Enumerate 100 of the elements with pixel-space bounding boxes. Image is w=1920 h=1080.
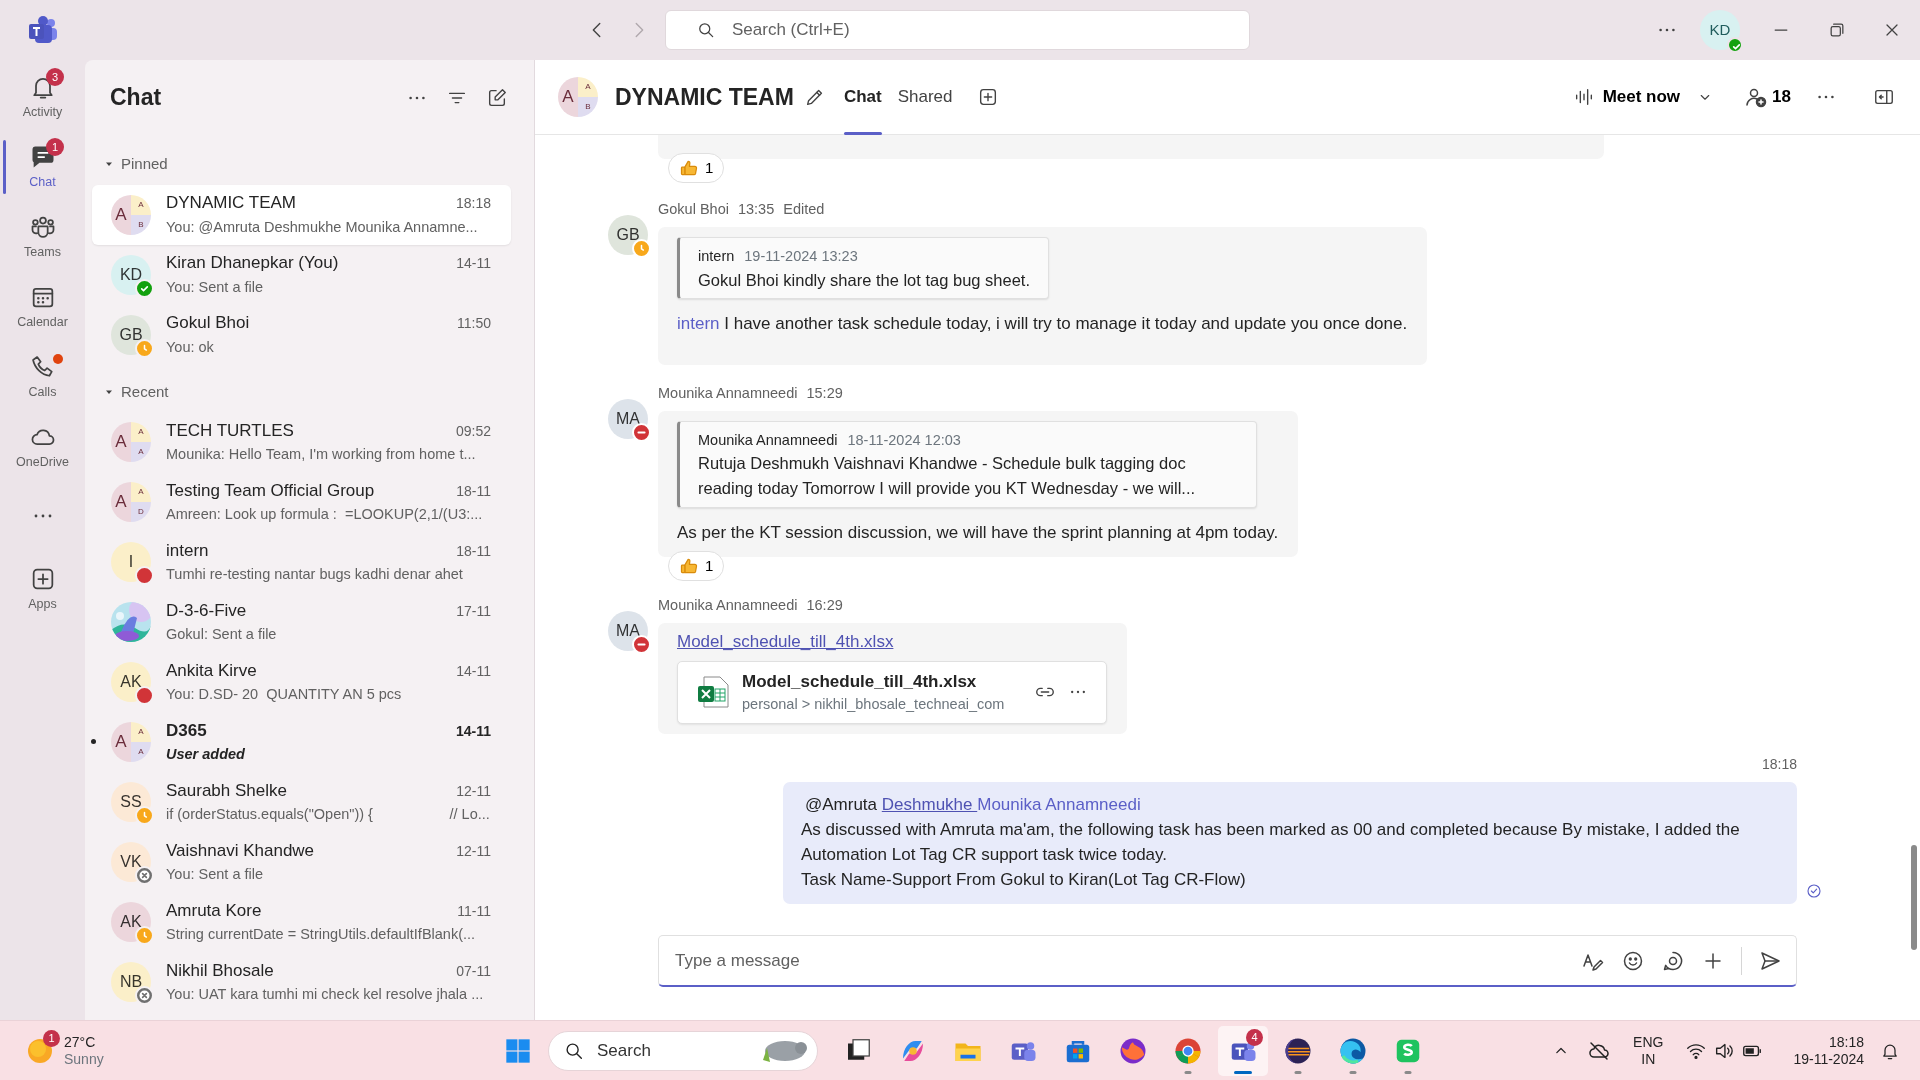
reaction-button[interactable]: 1 [668,551,725,582]
chat-item[interactable]: A A B DYNAMIC TEAM 18:18 You: @Amruta Deshmukhe Mounika Annamne... [92,184,511,245]
chat-item[interactable]: GB Gokul Bhoi 11:50 You: ok [92,304,511,365]
reaction-button[interactable]: 1 [668,153,725,183]
chat-preview: You: @Amruta Deshmukhe Mounika Annamne... [166,217,479,237]
chat-name: Vaishnavi Khandwe [166,839,315,862]
region-label: IN [1640,1050,1657,1068]
search-field[interactable]: Search [595,1036,747,1065]
participants-button[interactable]: 18 [1738,83,1797,111]
mention-link[interactable]: Mounika Annamneedi [977,794,1141,814]
chat-item[interactable]: AK Amruta Kore 11-11 String currentDate = StringUtils.defaultIfBlank(... [92,892,511,952]
chat-time: 17-11 [456,601,491,621]
avatar: GB [111,314,151,355]
chat-name: Testing Team Official Group [166,479,375,502]
compose-icon[interactable] [486,86,508,109]
thumbs-up-icon [679,158,699,178]
avatar: VK [111,842,151,882]
chat-name: DYNAMIC TEAM [166,192,297,215]
edited-label: Edited [783,200,825,219]
notification-badge: 4 [1246,1028,1263,1046]
search-box[interactable]: Search [548,1030,818,1071]
notification-badge: 1 [43,1029,60,1047]
chat-item[interactable]: AK Ankita Kirve 14-11 You: D.SD- 20 QUANTITY AN 5 pcs [92,652,511,712]
section-toggle[interactable]: Pinned [99,147,172,182]
chat-time: 14-11 [456,661,491,681]
avatar: I [111,542,151,582]
chat-item[interactable]: SS Saurabh Shelke 12-11 if (orderStatus.equals("Open")) { // Lo... [92,772,511,832]
panel-title: Chat [110,83,163,112]
author-name: Mounika Annamneedi [658,383,798,403]
chat-time: 18-11 [456,541,491,561]
chat-item[interactable]: A A A D365 14-11 User added [92,712,511,772]
chat-item[interactable]: KD Kiran Dhanepkar (You) 14-11 You: Sent a file [92,244,511,305]
chat-preview: You: UAT kara tumhi mi check kel resolve jhala ... [166,985,485,1005]
search-icon [696,20,716,40]
chat-time: 18-11 [456,481,491,501]
author-name: Gokul Bhoi [658,200,729,219]
temperature: 27°C [64,1033,97,1051]
nav-button[interactable]: Activity 3 [0,62,85,132]
four-squares-icon[interactable] [504,1036,532,1065]
avatar: NB [111,962,151,1002]
message-time: 16:29 [806,596,843,616]
chat-name: D-3-6-Five [166,599,247,622]
nav-button[interactable]: Calls [0,342,85,412]
sun-icon [26,1036,54,1065]
tab[interactable]: Shared [889,59,961,135]
chat-preview: if (orderStatus.equals("Open")) { // Lo... [166,805,491,825]
chat-name: Kiran Dhanepkar (You) [166,252,339,275]
chat-name: Saurabh Shelke [166,779,287,802]
nav-button[interactable]: OneDrive [0,412,85,482]
avatar: AK [111,662,151,702]
chat-time: 07-11 [456,961,491,981]
avatar: KD [111,254,151,295]
chat-name: Ankita Kirve [166,659,257,682]
quote-text: Rutuja Deshmukh Vaishnavi Khandwe - Schedule bulk tagging doc reading today Tomorrow I will provide you KT Wednesday - we will... [698,453,1197,499]
chat-preview: You: ok [166,337,215,357]
file-card[interactable]: Model_schedule_till_4th.xlsx personal > nikhil_bhosale_techneai_com [677,660,1107,724]
mention-link[interactable]: Deshmukhe [881,794,978,814]
tab[interactable]: Chat [835,59,890,135]
chat-preview: Mounika: Hello Team, I'm working from home t... [166,445,477,465]
search-box[interactable]: Search (Ctrl+E) [665,10,1250,50]
chat-item[interactable]: D-3-6-Five 17-11 Gokul: Sent a file [92,592,511,652]
chat-preview: Gokul: Sent a file [166,625,278,645]
chat-preview: Amreen: Look up formula : =LOOKUP(2,1/(U3:... [166,505,484,525]
search-field[interactable]: Search (Ctrl+E) [730,16,1249,44]
chat-name: Amruta Kore [166,899,262,922]
chat-item[interactable]: A A A TECH TURTLES 09:52 Mounika: Hello Team, I'm working from home t... [92,412,511,472]
clock-time: 18:18 [1827,1033,1864,1051]
chat-item[interactable]: NB Nikhil Bhosale 07-11 You: UAT kara tumhi mi check kel resolve jhala ... [92,952,511,1012]
taskbar-app[interactable]: 4 [1218,1025,1268,1076]
mention-link[interactable]: intern [677,314,720,334]
chat-preview: User added [166,745,246,765]
notification-badge: 3 [46,68,64,86]
nav-button[interactable]: Teams [0,202,85,272]
chat-item[interactable]: I intern 18-11 Tumhi re-testing nantar bugs kadhi denar ahet [92,532,511,592]
message-text: As discussed with Amruta ma'am, the following task has been marked as 00 and completed because By mistake, I added the Automation Lot Tag CR support task twice today. [801,818,1741,866]
chat-time: 11:50 [457,314,491,334]
message-time: 13:35 [737,200,775,219]
chat-name: D365 [166,719,207,742]
weather-condition: Sunny [64,1050,104,1068]
chat-item[interactable]: VK Vaishnavi Khandwe 12-11 You: Sent a file [92,832,511,892]
clock-date: 19-11-2024 [1793,1050,1864,1068]
chat-time: 14-11 [456,254,491,274]
chat-item[interactable]: A A D Testing Team Official Group 18-11 Amreen: Look up formula : =LOOKUP(2,1/(U3:... [92,472,511,532]
chat-preview: String currentDate = StringUtils.defaultIfBlank(... [166,925,477,945]
meet-now-button[interactable]: Meet now [1566,83,1687,111]
compose-box[interactable]: Type a message [658,935,1797,987]
message-time: 18:18 [1761,755,1797,772]
nav-button[interactable]: Apps [0,554,85,624]
message-text: intern I have another task schedule today, i will try to manage it today and update you once done. [677,313,1408,336]
chat-preview: You: D.SD- 20 QUANTITY AN 5 pcs [166,685,403,705]
profile-avatar[interactable]: KD [1700,10,1740,50]
chat-preview: You: Sent a file [166,865,264,885]
file-link[interactable]: Model_schedule_till_4th.xlsx [677,632,894,651]
nav-button[interactable]: Chat 1 [0,132,85,202]
avatar: AK [111,902,151,942]
message-text: As per the KT session discussion, we will have the sprint planning at 4pm today. [677,521,1279,544]
section-toggle[interactable]: Recent [99,374,173,409]
file-path: personal > nikhil_bhosale_techneai_com [742,695,1006,714]
quote-time: 19-11-2024 13:23 [744,246,858,266]
nav-button[interactable]: Calendar [0,272,85,342]
